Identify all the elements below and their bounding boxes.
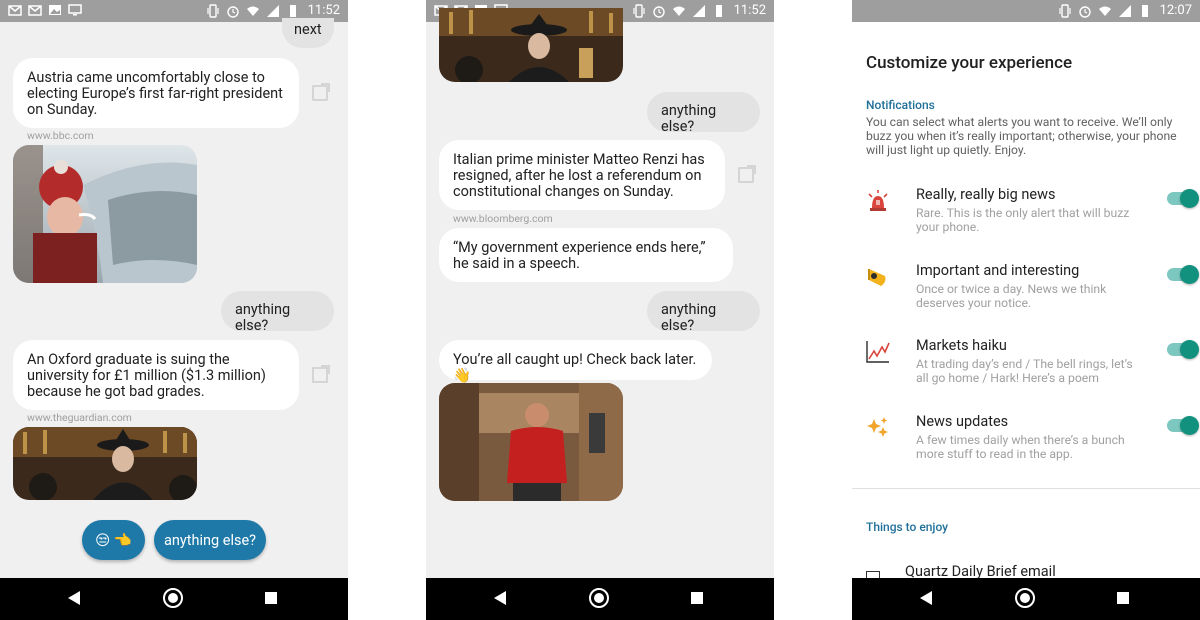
external-link-icon[interactable] — [312, 83, 330, 101]
recents-icon[interactable] — [265, 592, 277, 604]
setting-description: At trading day’s end / The bell rings, l… — [916, 357, 1133, 385]
setting-title: Markets haiku — [916, 337, 1007, 354]
divider — [852, 488, 1200, 489]
siren-icon — [868, 190, 888, 211]
anything-else-button[interactable]: anything else? — [154, 520, 266, 560]
image-icon — [49, 5, 61, 15]
source-link[interactable]: www.bbc.com — [27, 129, 94, 142]
bot-message: Austria came uncomfortably close to elec… — [13, 58, 299, 128]
bot-message: Italian prime minister Matteo Renzi has … — [439, 140, 725, 210]
external-link-icon[interactable] — [738, 165, 756, 183]
megaphone-icon — [868, 269, 886, 286]
alarm-icon — [226, 5, 239, 18]
bot-message: “My government experience ends here,” he… — [439, 228, 733, 282]
toggle-knob — [1180, 340, 1199, 359]
home-icon[interactable] — [1015, 588, 1035, 608]
gmail-icon — [8, 5, 22, 16]
page-title: Customize your experience — [866, 53, 1073, 73]
source-link[interactable]: www.theguardian.com — [27, 411, 132, 424]
nav-bar — [0, 578, 348, 620]
news-image-child-winter — [13, 145, 197, 283]
setting-title: Really, really big news — [916, 186, 1056, 203]
setting-title: News updates — [916, 413, 1009, 430]
status-time: 11:52 — [733, 3, 766, 18]
chat-screen-1: 11:52 next Austria came uncomfortably cl… — [0, 0, 348, 620]
markets-haiku-toggle[interactable] — [1167, 340, 1199, 359]
signal-icon — [266, 4, 279, 17]
back-icon[interactable] — [68, 591, 80, 605]
things-to-enjoy-heading: Things to enjoy — [866, 520, 949, 534]
setting-news-updates: News updates A few times daily when ther… — [852, 413, 1200, 483]
recents-icon[interactable] — [691, 592, 703, 604]
setting-big-news: Really, really big news Rare. This is th… — [852, 186, 1200, 256]
settings-screen: 12:07 Customize your experience Notifica… — [852, 0, 1200, 620]
important-toggle[interactable] — [1167, 265, 1199, 284]
external-link-icon[interactable] — [312, 365, 330, 383]
battery-icon — [289, 4, 296, 17]
alarm-icon — [1078, 5, 1091, 18]
back-icon[interactable] — [494, 591, 506, 605]
monitor-icon — [68, 4, 82, 16]
user-message: anything else? — [221, 291, 334, 334]
big-news-toggle[interactable] — [1167, 189, 1199, 208]
user-message: next — [282, 18, 334, 48]
status-time: 12:07 — [1159, 3, 1192, 18]
chart-icon — [866, 341, 890, 363]
sparkles-icon — [867, 417, 888, 437]
vibrate-icon — [633, 3, 645, 18]
news-image-professor-hall — [13, 427, 197, 500]
setting-description: A few times daily when there’s a bunch m… — [916, 433, 1125, 461]
vibrate-icon — [207, 3, 219, 18]
home-icon[interactable] — [163, 588, 183, 608]
battery-icon — [715, 4, 722, 17]
vibrate-icon — [1059, 3, 1071, 18]
toggle-knob — [1180, 416, 1199, 435]
setting-markets-haiku: Markets haiku At trading day’s end / The… — [852, 337, 1200, 407]
gif-dancing-man — [439, 383, 623, 501]
bot-message: An Oxford graduate is suing the universi… — [13, 340, 299, 410]
signal-icon — [1118, 4, 1131, 17]
battery-icon — [1141, 4, 1148, 17]
status-time: 11:52 — [307, 3, 340, 18]
wifi-icon — [672, 6, 685, 16]
toggle-knob — [1180, 189, 1199, 208]
user-message: anything else? — [647, 92, 760, 135]
home-icon[interactable] — [589, 588, 609, 608]
setting-description: Rare. This is the only alert that will b… — [916, 206, 1130, 234]
nav-bar — [426, 578, 774, 620]
source-link[interactable]: www.bloomberg.com — [453, 212, 553, 225]
back-icon[interactable] — [920, 591, 932, 605]
wifi-icon — [246, 6, 259, 16]
wifi-icon — [1098, 6, 1111, 16]
news-updates-toggle[interactable] — [1167, 416, 1199, 435]
setting-title: Important and interesting — [916, 262, 1080, 279]
notifications-description: You can select what alerts you want to r… — [866, 115, 1177, 157]
gmail-icon — [28, 5, 42, 16]
alarm-icon — [652, 5, 665, 18]
nav-bar — [852, 578, 1200, 620]
chat-screen-2: 11:52 anything else? Italian prime minis… — [426, 0, 774, 620]
setting-important-interesting: Important and interesting Once or twice … — [852, 262, 1200, 332]
status-bar: 12:07 — [852, 0, 1200, 22]
toggle-knob — [1180, 265, 1199, 284]
user-message: anything else? — [647, 291, 760, 334]
bot-message: You’re all caught up! Check back later. … — [439, 340, 712, 384]
news-image-professor-hall — [439, 8, 623, 82]
recents-icon[interactable] — [1117, 592, 1129, 604]
notifications-heading: Notifications — [866, 98, 935, 112]
setting-description: Once or twice a day. News we think deser… — [916, 282, 1107, 310]
signal-icon — [692, 4, 705, 17]
emoji-reply-button[interactable]: 😒 👈 — [82, 520, 145, 560]
